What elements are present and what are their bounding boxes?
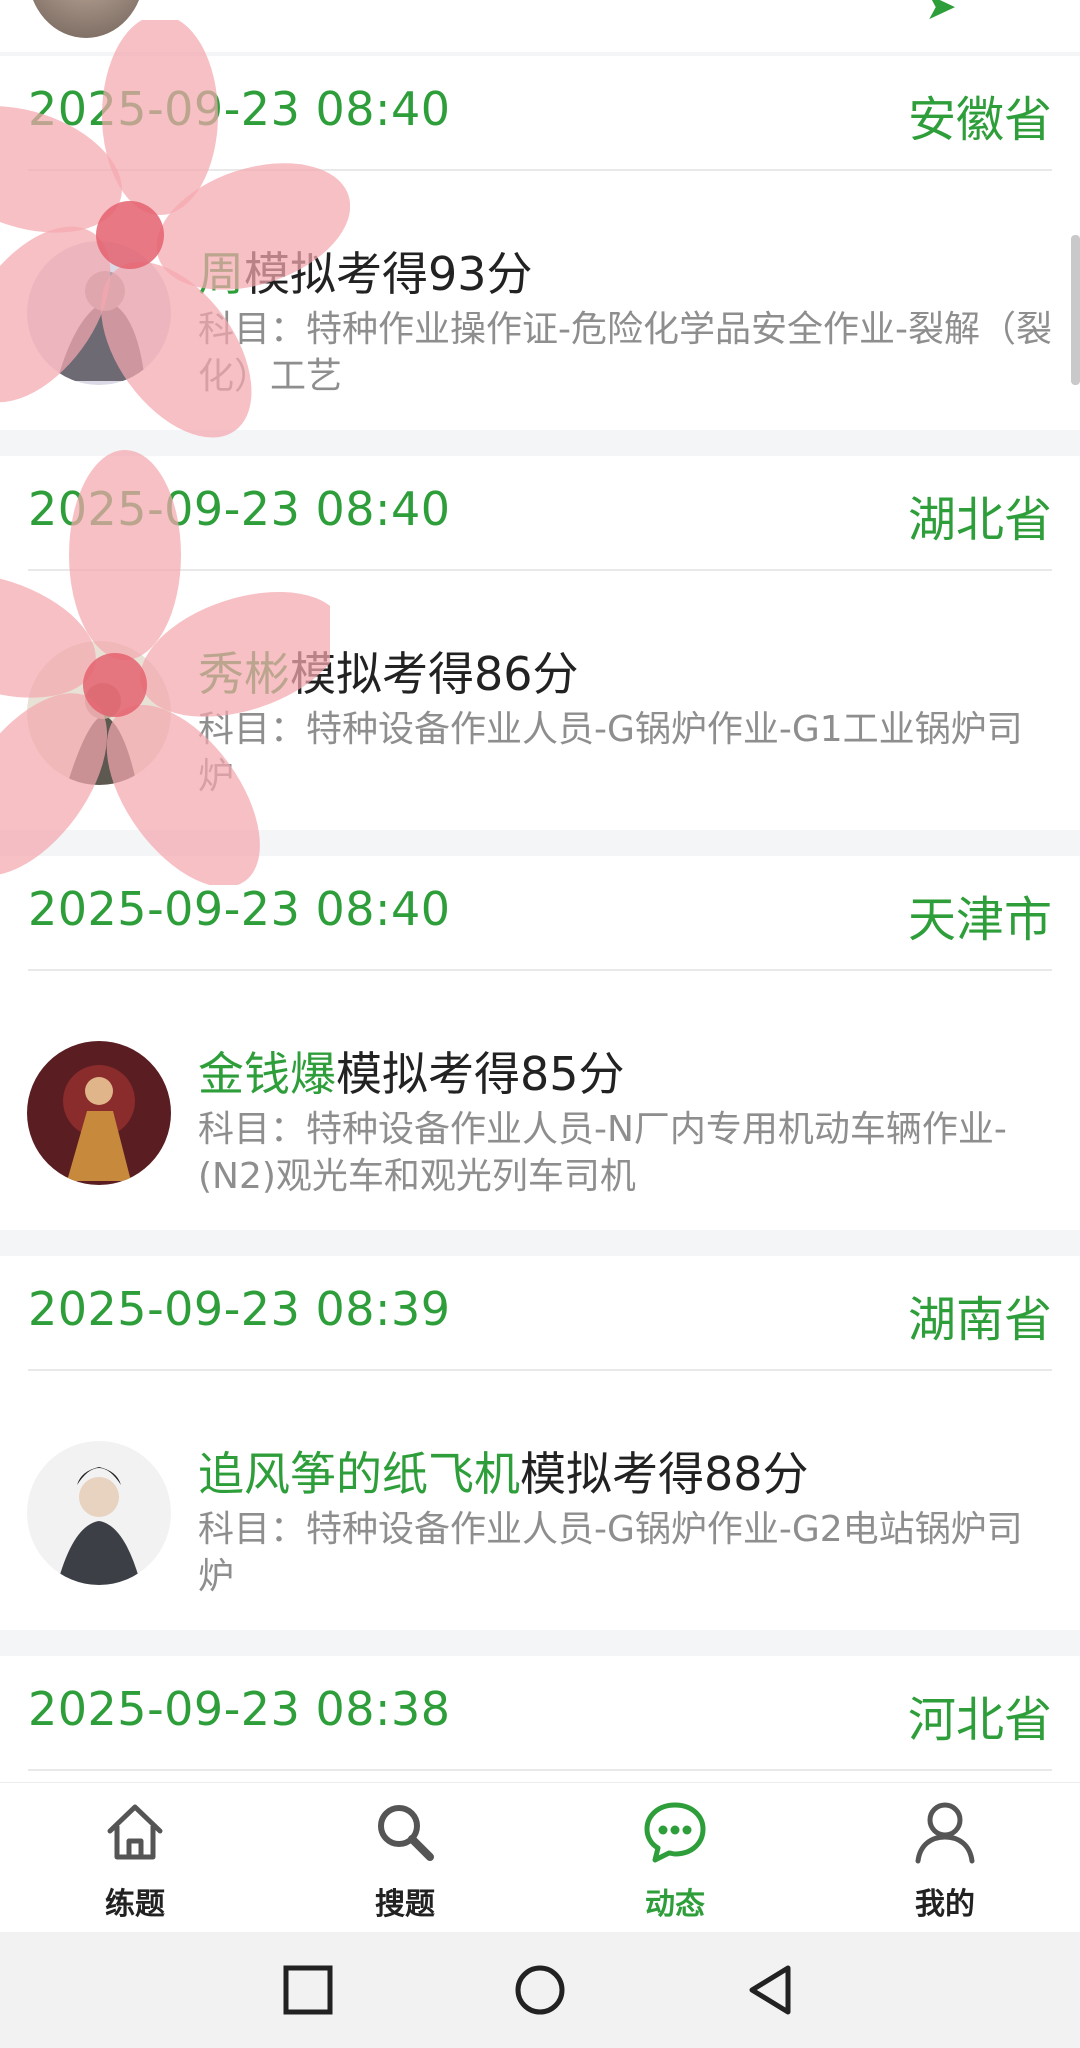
feed-item-header: 2025-09-23 08:40 安徽省 (28, 56, 1052, 171)
tab-label: 练题 (105, 1887, 165, 1922)
home-circle-icon[interactable] (512, 1962, 568, 2018)
subject-text: 科目：特种设备作业人员-N厂内专用机动车辆作业-(N2)观光车和观光列车司机 (198, 1109, 1007, 1197)
province-label: 湖北省 (907, 492, 1052, 548)
tab-label: 动态 (645, 1887, 705, 1922)
recent-apps-icon[interactable] (280, 1962, 336, 2018)
feed-item[interactable]: 2025-09-23 08:40 天津市 金钱爆模拟考得85分 科目：特种设备作… (0, 856, 1080, 1230)
tab-practice[interactable]: 练题 (0, 1783, 270, 1933)
timestamp: 2025-09-23 08:38 (28, 1682, 451, 1736)
username-link[interactable]: 追风筝的纸飞机 (198, 1447, 520, 1501)
score-text: 模拟考得93分 (244, 247, 533, 301)
feed-item-header: 2025-09-23 08:40 湖北省 (28, 456, 1052, 571)
province-label: 安徽省 (907, 92, 1052, 148)
feed-item-partial[interactable]: ➤ (0, 0, 1080, 52)
feed-item[interactable]: 2025-09-23 08:38 河北省 (0, 1656, 1080, 1782)
avatar[interactable] (28, 0, 144, 38)
timestamp: 2025-09-23 08:40 (28, 882, 451, 936)
feed-item[interactable]: 2025-09-23 08:40 湖北省 秀彬模拟考得86分 科目：特种设备作业… (0, 456, 1080, 830)
username-link[interactable]: 金钱爆 (198, 1047, 336, 1101)
score-text: 模拟考得86分 (290, 647, 579, 701)
score-text: 模拟考得85分 (336, 1047, 625, 1101)
tab-label: 我的 (915, 1887, 975, 1922)
province-label: 河北省 (907, 1692, 1052, 1748)
score-text: 模拟考得88分 (520, 1447, 809, 1501)
username-link[interactable]: 周 (198, 247, 244, 301)
tab-activity[interactable]: 动态 (540, 1783, 810, 1933)
chat-bubble-icon (644, 1802, 706, 1863)
user-icon (915, 1802, 975, 1864)
feed-item-header: 2025-09-23 08:39 湖南省 (28, 1256, 1052, 1371)
timestamp: 2025-09-23 08:40 (28, 482, 451, 536)
feed-item-header: 2025-09-23 08:38 河北省 (28, 1656, 1052, 1771)
avatar[interactable] (27, 641, 171, 785)
tab-me[interactable]: 我的 (810, 1783, 1080, 1933)
timestamp: 2025-09-23 08:39 (28, 1282, 451, 1336)
subject-text: 科目：特种作业操作证-危险化学品安全作业-裂解（裂化）工艺 (198, 309, 1052, 397)
tab-label: 搜题 (375, 1887, 435, 1922)
search-icon (378, 1805, 434, 1861)
subject-text: 科目：特种设备作业人员-G锅炉作业-G2电站锅炉司炉 (198, 1509, 1023, 1597)
feed-item[interactable]: 2025-09-23 08:39 湖南省 追风筝的纸飞机模拟考得88分 科目：特… (0, 1256, 1080, 1630)
timestamp: 2025-09-23 08:40 (28, 82, 451, 136)
feed-item[interactable]: 2025-09-23 08:40 安徽省 周模拟考得93分 科目：特种作业操作证… (0, 56, 1080, 430)
avatar[interactable] (27, 1041, 171, 1185)
avatar[interactable] (27, 241, 171, 385)
result-line: 金钱爆模拟考得85分 (198, 1038, 625, 1104)
result-line: 追风筝的纸飞机模拟考得88分 (198, 1438, 809, 1504)
home-icon (107, 1804, 163, 1860)
province-label: 湖南省 (907, 1292, 1052, 1348)
subject-text: 科目：特种设备作业人员-G锅炉作业-G1工业锅炉司炉 (198, 709, 1023, 797)
chevron-icon: ➤ (925, 0, 957, 28)
result-line: 周模拟考得93分 (198, 238, 533, 304)
system-navigation-bar (0, 1932, 1080, 2048)
back-icon[interactable] (742, 1962, 798, 2018)
bottom-tab-bar: 练题 搜题 动态 我的 (0, 1782, 1080, 1933)
result-line: 秀彬模拟考得86分 (198, 638, 579, 704)
feed-item-header: 2025-09-23 08:40 天津市 (28, 856, 1052, 971)
username-link[interactable]: 秀彬 (198, 647, 290, 701)
province-label: 天津市 (907, 892, 1052, 948)
activity-feed[interactable]: ➤ 2025-09-23 08:40 安徽省 周模拟考得93分 科目：特种作业操… (0, 0, 1080, 1782)
tab-search[interactable]: 搜题 (270, 1783, 540, 1933)
avatar[interactable] (27, 1441, 171, 1585)
scrollbar[interactable] (1071, 235, 1080, 385)
